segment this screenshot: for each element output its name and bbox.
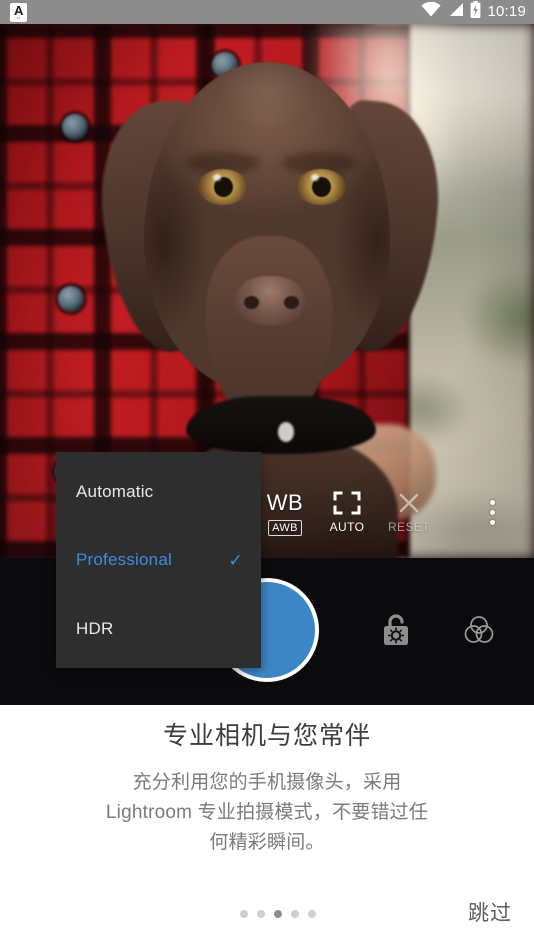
app-icon-subtext: Lr [17, 16, 20, 20]
page-description: 充分利用您的手机摄像头，采用 Lightroom 专业拍摄模式，不要错过任何精彩… [105, 772, 429, 853]
mode-menu-item-professional[interactable]: Professional ✓ [56, 524, 261, 596]
white-balance-value: AWB [268, 520, 302, 536]
mode-label: Professional [76, 550, 172, 569]
onboarding-footer: 跳过 [0, 886, 534, 950]
mode-menu-item-hdr[interactable]: HDR [56, 593, 261, 665]
mode-label: Automatic [76, 482, 154, 501]
more-options-icon[interactable] [484, 500, 500, 530]
cellular-signal-icon [447, 2, 464, 22]
page-dot[interactable] [240, 910, 248, 918]
app-icon: A Lr [10, 3, 27, 22]
color-circles-icon[interactable] [455, 606, 503, 654]
wifi-icon [421, 1, 442, 22]
onboarding-screen: WB AWB AUTO RESET Automatic Professional… [0, 0, 534, 950]
check-icon: ✓ [228, 550, 243, 570]
status-bar-left: A Lr [0, 0, 170, 24]
page-indicator [240, 910, 316, 918]
mode-menu-item-automatic[interactable]: Automatic [56, 456, 261, 528]
page-dot[interactable] [291, 910, 299, 918]
kebab-dot [489, 520, 495, 525]
kebab-dot [489, 500, 495, 505]
kebab-dot [489, 510, 495, 515]
capture-mode-menu[interactable]: Automatic Professional ✓ HDR [56, 452, 261, 668]
skip-button[interactable]: 跳过 [468, 896, 512, 932]
page-dot[interactable] [257, 910, 265, 918]
focus-mode-value: AUTO [329, 520, 365, 534]
page-dot-active[interactable] [274, 910, 282, 918]
mode-label: HDR [76, 619, 114, 638]
status-bar: A Lr 10:19 [0, 0, 534, 24]
reset-label: RESET [387, 520, 430, 534]
status-bar-right: 10:19 [421, 0, 526, 24]
ae-lock-unlocked-icon[interactable] [372, 606, 420, 654]
close-x-icon [371, 490, 447, 516]
onboarding-copy: 专业相机与您常伴 充分利用您的手机摄像头，采用 Lightroom 专业拍摄模式… [0, 705, 534, 858]
battery-charging-icon [470, 1, 481, 23]
page-title: 专业相机与您常伴 [162, 722, 371, 750]
reset-control[interactable]: RESET [371, 490, 447, 536]
page-dot[interactable] [308, 910, 316, 918]
status-clock: 10:19 [487, 3, 526, 20]
